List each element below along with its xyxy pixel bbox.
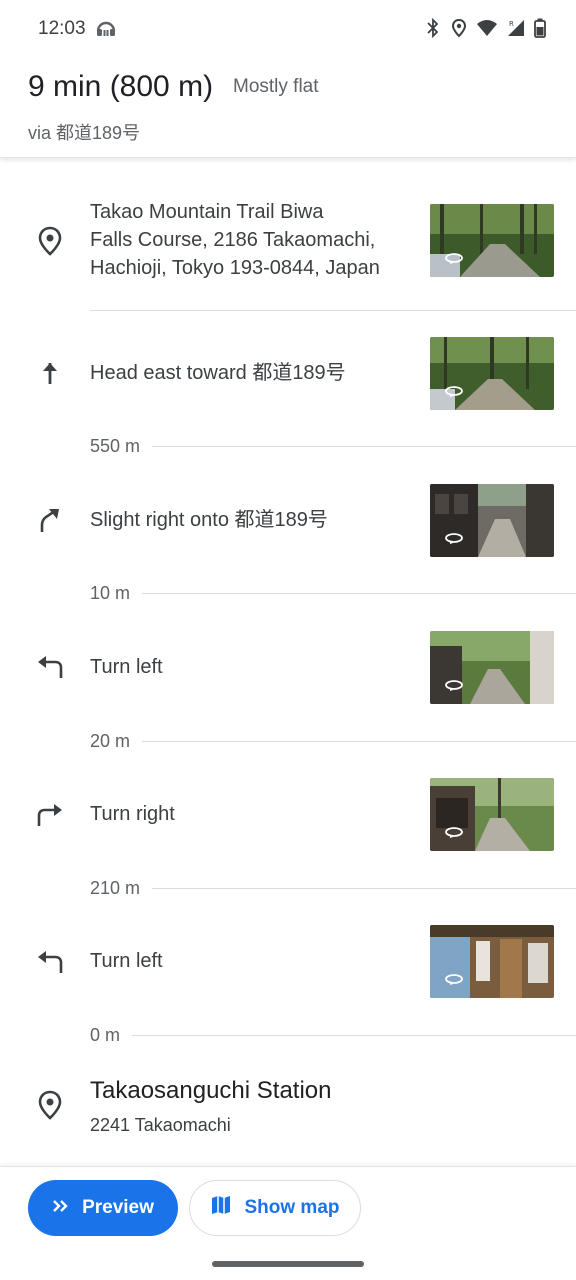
route-via: via 都道189号 xyxy=(28,123,141,143)
place-marker-icon xyxy=(33,224,67,258)
slight-right-icon xyxy=(33,504,67,538)
divider xyxy=(142,592,576,594)
panorama-icon xyxy=(444,532,464,544)
street-view-thumbnail[interactable] xyxy=(430,778,554,851)
divider xyxy=(90,310,576,311)
street-view-thumbnail[interactable] xyxy=(430,925,554,998)
step-distance: 0 m xyxy=(90,1022,576,1048)
step-text: Turn left xyxy=(90,656,163,678)
status-bar: 12:03 R xyxy=(0,0,576,56)
map-icon xyxy=(210,1194,232,1222)
origin-line-2: Falls Course, 2186 Takaomachi, xyxy=(90,229,376,251)
distance-label: 210 m xyxy=(90,877,141,898)
status-icons: R xyxy=(424,16,546,40)
preview-button[interactable]: Preview xyxy=(28,1180,178,1236)
divider xyxy=(142,740,576,742)
preview-label: Preview xyxy=(82,1197,154,1218)
show-map-button[interactable]: Show map xyxy=(189,1180,361,1236)
origin-line-3: Hachioji, Tokyo 193-0844, Japan xyxy=(90,257,380,279)
divider xyxy=(152,887,576,889)
divider xyxy=(132,1034,576,1036)
headset-icon xyxy=(95,17,117,39)
place-marker-icon xyxy=(33,1088,67,1122)
step-text: Turn left xyxy=(90,950,163,972)
directions-list[interactable]: Takao Mountain Trail Biwa Falls Course, … xyxy=(0,158,576,1166)
destination-address: 2241 Takaomachi xyxy=(90,1115,231,1135)
arrow-up-icon xyxy=(33,356,67,390)
street-view-thumbnail[interactable] xyxy=(430,631,554,704)
route-duration: 9 min (800 m) xyxy=(28,70,214,103)
double-chevron-right-icon xyxy=(52,1197,70,1219)
bluetooth-icon xyxy=(424,18,442,38)
route-summary-header: 9 min (800 m) Mostly flat via 都道189号 xyxy=(0,56,576,158)
street-view-thumbnail[interactable] xyxy=(430,204,554,277)
home-indicator[interactable] xyxy=(212,1261,364,1267)
divider xyxy=(152,445,576,447)
panorama-icon xyxy=(444,826,464,838)
distance-label: 20 m xyxy=(90,730,131,751)
turn-right-icon xyxy=(33,798,67,832)
show-map-label: Show map xyxy=(244,1197,340,1218)
location-icon xyxy=(450,18,468,38)
step-text: Turn right xyxy=(90,803,175,825)
step-origin-text: Takao Mountain Trail Biwa Falls Course, … xyxy=(90,198,420,282)
turn-left-icon xyxy=(33,945,67,979)
step-distance: 210 m xyxy=(90,875,576,901)
bottom-action-bar: Preview Show map xyxy=(0,1166,576,1280)
panorama-icon xyxy=(444,385,464,397)
route-terrain: Mostly flat xyxy=(233,76,319,97)
step-text: Slight right onto 都道189号 xyxy=(90,509,328,531)
origin-line-1: Takao Mountain Trail Biwa xyxy=(90,201,324,223)
battery-icon xyxy=(534,18,546,38)
destination-name: Takaosanguchi Station xyxy=(90,1077,332,1104)
step-distance: 20 m xyxy=(90,728,576,754)
svg-text:R: R xyxy=(509,20,514,28)
step-distance: 550 m xyxy=(90,433,576,459)
step-text: Head east toward 都道189号 xyxy=(90,362,346,384)
signal-icon: R xyxy=(506,18,526,38)
wifi-icon xyxy=(476,18,498,38)
street-view-thumbnail[interactable] xyxy=(430,337,554,410)
status-time: 12:03 xyxy=(38,18,86,39)
distance-label: 550 m xyxy=(90,435,141,456)
panorama-icon xyxy=(444,973,464,985)
street-view-thumbnail[interactable] xyxy=(430,484,554,557)
panorama-icon xyxy=(444,679,464,691)
step-distance: 10 m xyxy=(90,580,576,606)
distance-label: 10 m xyxy=(90,582,131,603)
turn-left-icon xyxy=(33,650,67,684)
panorama-icon xyxy=(444,252,464,264)
distance-label: 0 m xyxy=(90,1024,121,1045)
